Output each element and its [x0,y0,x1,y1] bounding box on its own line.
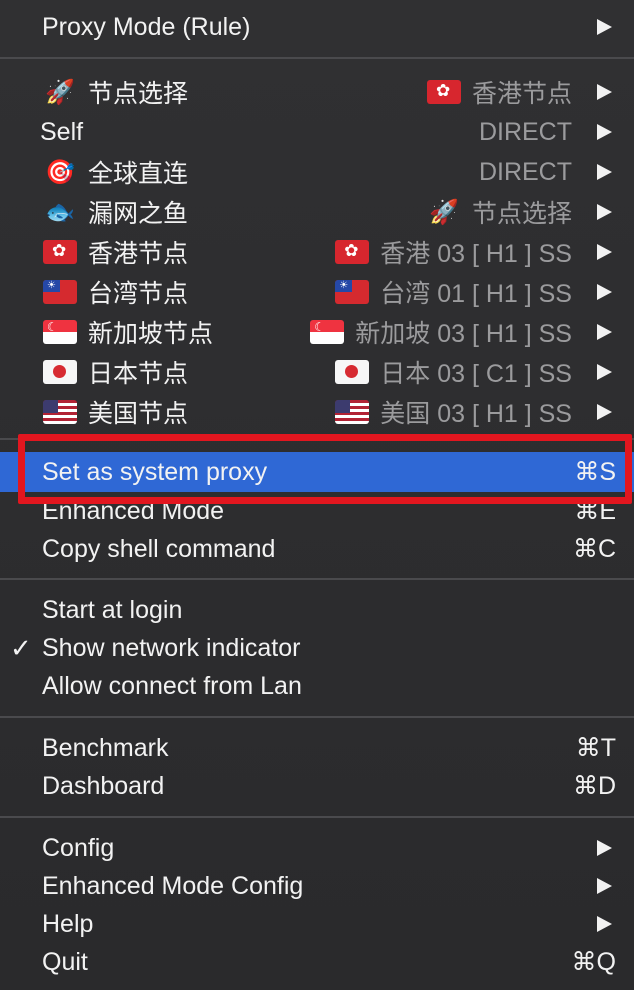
menu-separator [0,716,634,718]
group-selected-value: 香港 03 [ H1 ] SS [380,240,572,268]
group-selected-value: 节点选择 [471,200,572,228]
group-selected-value: 香港节点 [471,80,572,108]
group-selected-value: DIRECT [478,157,572,186]
dart-target-icon: 🎯 [45,158,75,186]
group-label: 新加坡节点 [88,320,214,348]
group-label: 全球直连 [88,160,189,188]
dashboard-label: Dashboard [42,771,165,800]
group-selected-value: 美国 03 [ H1 ] SS [380,400,572,428]
menu-item-enhanced-mode-config[interactable]: Enhanced Mode Config [0,867,634,905]
menu-separator [0,57,634,59]
chevron-right-icon [597,324,612,340]
menu-separator [0,578,634,580]
menu-item-us-nodes[interactable]: 美国节点 美国 03 [ H1 ] SS [0,393,634,431]
config-label: Config [42,833,115,862]
shortcut-label: ⌘D [572,772,616,800]
fish-icon: 🐟 [45,198,75,226]
menu-separator [0,816,634,818]
chevron-right-icon [597,284,612,300]
red-annotation-box [18,434,632,504]
menu-item-show-network-indicator[interactable]: ✓ Show network indicator [0,629,634,667]
chevron-right-icon [597,840,612,856]
chevron-right-icon [597,916,612,932]
hk-flag-icon [426,80,461,104]
enhanced-config-label: Enhanced Mode Config [42,871,304,900]
copy-shell-label: Copy shell command [42,534,276,563]
shortcut-label: ⌘Q [571,948,616,976]
group-label: Self [40,117,84,146]
chevron-right-icon [597,404,612,420]
us-flag-icon [43,400,77,424]
rocket-icon: 🚀 [45,78,75,106]
menu-item-tw-nodes[interactable]: 台湾节点 台湾 01 [ H1 ] SS [0,273,634,311]
group-label: 日本节点 [88,360,189,388]
group-selected-value: 台湾 01 [ H1 ] SS [380,280,572,308]
menu-item-node-select[interactable]: 🚀 节点选择 香港节点 [0,73,634,111]
tw-flag-icon [335,280,370,304]
menu-item-hk-nodes[interactable]: 香港节点 香港 03 [ H1 ] SS [0,233,634,271]
group-label: 美国节点 [88,400,189,428]
menu-item-help[interactable]: Help [0,905,634,943]
sg-flag-icon [310,320,345,344]
group-label: 漏网之鱼 [88,200,189,228]
group-label: 节点选择 [88,80,189,108]
us-flag-icon [335,400,370,424]
tw-flag-icon [43,280,77,304]
start-login-label: Start at login [42,595,183,624]
group-label: 台湾节点 [88,280,189,308]
proxy-mode-label: Proxy Mode (Rule) [42,12,251,41]
chevron-right-icon [597,164,612,180]
menu-item-missed-fish[interactable]: 🐟 漏网之鱼 🚀 节点选择 [0,193,634,231]
menu-item-dashboard[interactable]: Dashboard ⌘D [0,767,634,805]
sg-flag-icon [43,320,77,344]
hk-flag-icon [335,240,370,264]
hk-flag-icon [43,240,77,264]
group-selected-value: DIRECT [478,117,572,146]
allow-lan-label: Allow connect from Lan [42,671,302,700]
menu-item-allow-connect-lan[interactable]: Allow connect from Lan [0,667,634,705]
clash-status-menu: Proxy Mode (Rule) 🚀 节点选择 香港节点 Self DIREC… [0,0,634,990]
menu-item-proxy-mode[interactable]: Proxy Mode (Rule) [0,8,634,46]
menu-item-quit[interactable]: Quit ⌘Q [0,943,634,981]
network-indicator-label: Show network indicator [42,633,301,662]
help-label: Help [42,909,94,938]
menu-item-jp-nodes[interactable]: 日本节点 日本 03 [ C1 ] SS [0,353,634,391]
quit-label: Quit [42,947,88,976]
group-selected-value: 日本 03 [ C1 ] SS [380,360,572,388]
chevron-right-icon [597,204,612,220]
chevron-right-icon [597,364,612,380]
shortcut-label: ⌘T [575,734,616,762]
menu-item-self[interactable]: Self DIRECT [0,113,634,151]
benchmark-label: Benchmark [42,733,169,762]
menu-item-start-at-login[interactable]: Start at login [0,591,634,629]
chevron-right-icon [597,19,612,35]
menu-item-benchmark[interactable]: Benchmark ⌘T [0,729,634,767]
group-selected-value: 新加坡 03 [ H1 ] SS [355,320,572,348]
menu-item-global-direct[interactable]: 🎯 全球直连 DIRECT [0,153,634,191]
chevron-right-icon [597,244,612,260]
menu-item-config[interactable]: Config [0,829,634,867]
menu-item-sg-nodes[interactable]: 新加坡节点 新加坡 03 [ H1 ] SS [0,313,634,351]
checkmark-icon: ✓ [10,632,32,663]
chevron-right-icon [597,878,612,894]
group-label: 香港节点 [88,240,189,268]
chevron-right-icon [597,124,612,140]
rocket-icon: 🚀 [429,198,459,226]
menu-item-copy-shell-command[interactable]: Copy shell command ⌘C [0,530,634,568]
jp-flag-icon [335,360,370,384]
chevron-right-icon [597,84,612,100]
shortcut-label: ⌘C [572,535,616,563]
jp-flag-icon [43,360,77,384]
